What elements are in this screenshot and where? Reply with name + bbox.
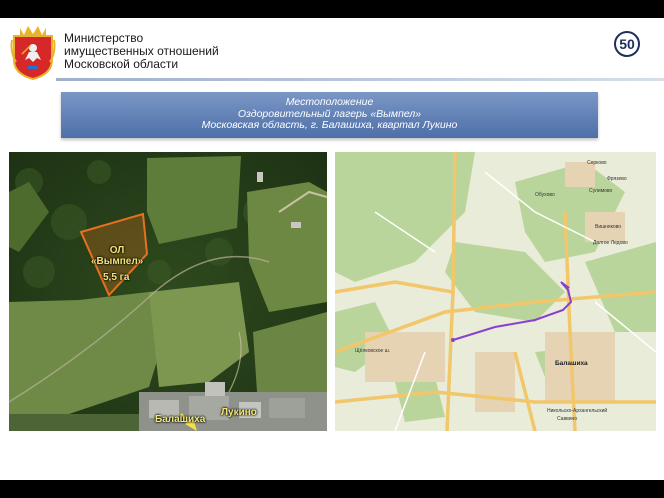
satellite-imagery [9, 152, 327, 431]
road-label-vishnyakovo: Вишняково [595, 224, 622, 230]
road-label-obukhovo: Обухово [535, 192, 555, 198]
road-label-fryazevo: Фрязево [607, 176, 627, 182]
satellite-map: ОЛ «Вымпел» 5,5 га Балашиха Лукино [9, 152, 327, 431]
ministry-line-3: Московской области [64, 57, 179, 71]
page-number-badge: 50 [614, 31, 640, 57]
header-divider [56, 78, 664, 81]
lukino-label: Лукино [221, 407, 257, 418]
road-map: Балашиха Фрязево Серково Сулимово Вишняк… [335, 152, 656, 431]
header: Министерство имущественных отношений Мос… [0, 18, 664, 84]
camp-label: ОЛ «Вымпел» [91, 245, 143, 267]
title-line-1: Местоположение [285, 96, 374, 108]
road-label-dolgoe-ledovo: Долгое Ледово [593, 240, 628, 246]
title-line-3: Московская область, г. Балашиха, квартал… [201, 119, 458, 131]
ministry-name: Министерство имущественных отношений Мос… [64, 32, 219, 71]
road-label-shchelkovskoe: Щёлковское ш. [355, 348, 391, 354]
balashikha-label: Балашиха [155, 414, 206, 425]
moscow-oblast-coat-of-arms-icon [10, 26, 56, 80]
road-label-balashikha: Балашиха [555, 360, 588, 367]
road-label-serkovo: Серково [587, 160, 607, 166]
area-label: 5,5 га [103, 272, 130, 283]
title-banner: Местоположение Оздоровительный лагерь «В… [61, 92, 598, 138]
road-label-nikolsko: Никольско-Архангельский [547, 408, 608, 414]
road-label-savvino: Саввино [557, 416, 578, 422]
camp-label-line-1: ОЛ [109, 245, 125, 256]
road-label-sulimovo: Сулимово [589, 188, 613, 194]
slide: Министерство имущественных отношений Мос… [0, 18, 664, 480]
camp-label-line-2: «Вымпел» [91, 256, 144, 267]
